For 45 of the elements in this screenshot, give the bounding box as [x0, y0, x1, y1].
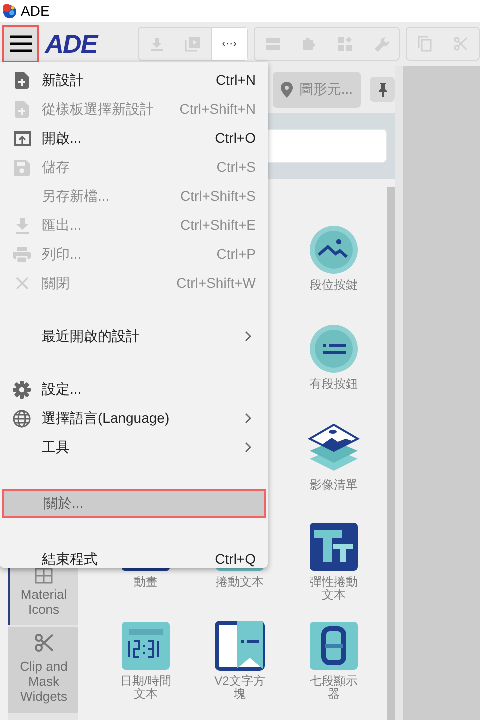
menu-item[interactable]: 最近開啟的設計	[0, 322, 268, 351]
menu-button[interactable]	[2, 25, 40, 63]
list-button-icon	[309, 324, 359, 374]
seven-segment-icon	[309, 621, 359, 671]
scissors-icon	[34, 633, 54, 653]
widget-label[interactable]: 七段顯示器	[308, 675, 360, 701]
text-box-icon	[215, 621, 265, 671]
new-file-icon	[15, 72, 29, 89]
digital-clock-icon	[121, 621, 171, 671]
menu-item[interactable]: 新設計 Ctrl+N	[0, 66, 268, 95]
code-button[interactable]: ‹··›	[211, 28, 247, 60]
widget-label[interactable]: 影像清單	[308, 479, 360, 492]
window-title: ADE	[21, 2, 50, 20]
pin-button[interactable]	[370, 77, 395, 102]
scrollbar[interactable]	[387, 187, 395, 720]
menu-item[interactable]: 設定...	[0, 375, 268, 404]
widget-label[interactable]: 捲動文本	[214, 576, 266, 589]
open-window-icon	[14, 131, 30, 146]
widget-label[interactable]: 動畫	[120, 576, 172, 589]
widget-label[interactable]: 有段按鈕	[308, 378, 360, 391]
settings-icon	[13, 380, 31, 398]
menu-item[interactable]: 選擇語言(Language)	[0, 404, 268, 433]
menu-item[interactable]: 開啟... Ctrl+O	[0, 124, 268, 153]
grid-icon	[35, 568, 53, 584]
menu-item[interactable]: 工具	[0, 433, 268, 462]
download-icon	[16, 218, 28, 234]
globe-icon	[13, 410, 31, 428]
panel-tab[interactable]: 圖形元...	[273, 72, 361, 108]
logo: ADE	[45, 31, 100, 57]
widget-label[interactable]: 段位按鍵	[308, 279, 360, 292]
new-file-icon	[15, 101, 29, 118]
widget-label[interactable]: 彈性捲動文本	[308, 576, 360, 602]
menu-icon	[8, 35, 33, 53]
pin-icon	[378, 82, 388, 96]
side-tab[interactable]: Clip and Mask Widgets	[8, 627, 78, 713]
printer-icon	[13, 246, 31, 262]
menu-item[interactable]: 關於...	[2, 489, 266, 518]
app-icon	[2, 3, 18, 19]
text-size-icon	[309, 522, 359, 572]
close-icon	[16, 277, 28, 290]
widget-label[interactable]: V2文字方塊	[214, 675, 266, 701]
mountain-button-icon	[309, 225, 359, 275]
widget-label[interactable]: 日期/時間文本	[120, 675, 172, 701]
save-icon	[14, 160, 30, 176]
pin-marker-icon	[281, 82, 294, 98]
